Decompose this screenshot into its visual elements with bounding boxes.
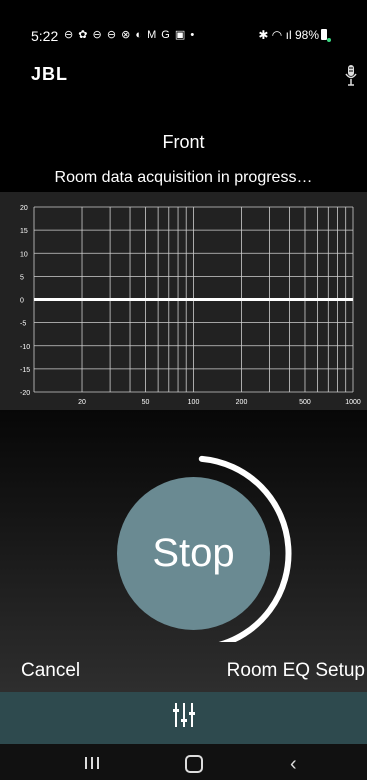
stop-button[interactable]: Stop <box>117 477 270 630</box>
y-tick-label: -15 <box>20 367 30 374</box>
y-tick-label: 0 <box>20 298 24 305</box>
status-message: Room data acquisition in progress… <box>54 169 313 186</box>
y-tick-label: 5 <box>20 274 24 281</box>
app-header: JBL <box>0 60 367 100</box>
status-right-group: ✱ ◠ ıl 98% <box>258 28 327 42</box>
jbl-logo: JBL <box>31 64 69 84</box>
x-tick-label: 200 <box>236 399 248 406</box>
y-tick-label: -5 <box>20 321 26 328</box>
y-tick-label: 10 <box>20 251 28 258</box>
system-nav-bar: ‹ <box>0 744 367 780</box>
room-eq-setup-button[interactable]: Room EQ Setup <box>227 660 365 682</box>
y-tick-label: -10 <box>20 344 30 351</box>
frequency-response-chart: 20 15 10 5 0 -5 -10 -15 -20 20 50 100 200 500 1000 <box>0 192 367 410</box>
x-tick-label: 100 <box>188 399 200 406</box>
microphone-icon[interactable] <box>345 64 357 93</box>
status-dot <box>327 38 331 42</box>
notification-icons: ⊖ ✿ ⊖ ⊖ ⊗ ◐ M G ▣ • <box>64 29 196 41</box>
status-signal-icons: ✱ ◠ ıl <box>258 28 292 42</box>
y-tick-label: 20 <box>20 205 28 212</box>
back-icon[interactable]: ‹ <box>290 753 297 776</box>
cancel-button[interactable]: Cancel <box>21 660 80 682</box>
y-tick-label: -20 <box>20 390 30 397</box>
recents-icon[interactable] <box>84 756 100 775</box>
x-tick-label: 1000 <box>345 399 361 406</box>
battery-level: 98% <box>294 28 319 42</box>
y-tick-label: 15 <box>20 228 28 235</box>
equalizer-icon[interactable] <box>173 700 195 735</box>
x-tick-label: 20 <box>78 399 86 406</box>
stop-control: Stop <box>110 452 300 642</box>
status-bar: 5:22 ⊖ ✿ ⊖ ⊖ ⊗ ◐ M G ▣ • ✱ ◠ ıl 98% <box>0 0 367 60</box>
chart-svg: 20151050-5-10-15-2020 50 100 200 500 1000 <box>20 205 361 406</box>
page-title: Front <box>162 132 205 152</box>
battery-icon <box>321 29 327 40</box>
x-tick-label: 50 <box>142 399 150 406</box>
bottom-toolbar <box>0 692 367 744</box>
home-icon[interactable] <box>185 755 203 773</box>
status-time: 5:22 <box>31 28 59 44</box>
x-tick-label: 500 <box>299 399 311 406</box>
